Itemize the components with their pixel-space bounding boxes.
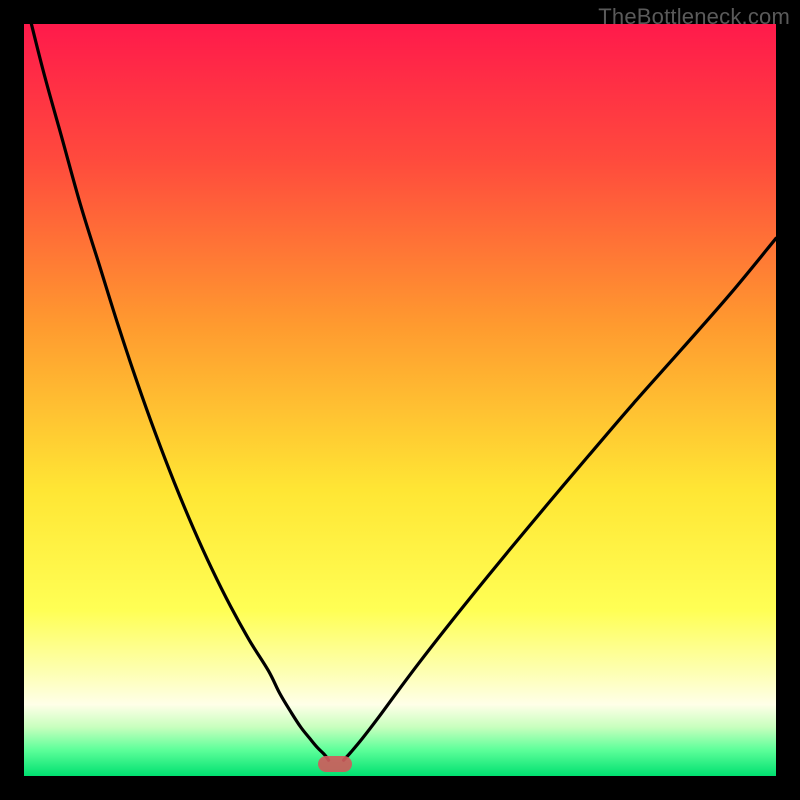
minimum-marker: [318, 756, 352, 772]
bottleneck-chart: [24, 24, 776, 776]
gradient-background: [24, 24, 776, 776]
chart-frame: [24, 24, 776, 776]
watermark-text: TheBottleneck.com: [598, 4, 790, 30]
